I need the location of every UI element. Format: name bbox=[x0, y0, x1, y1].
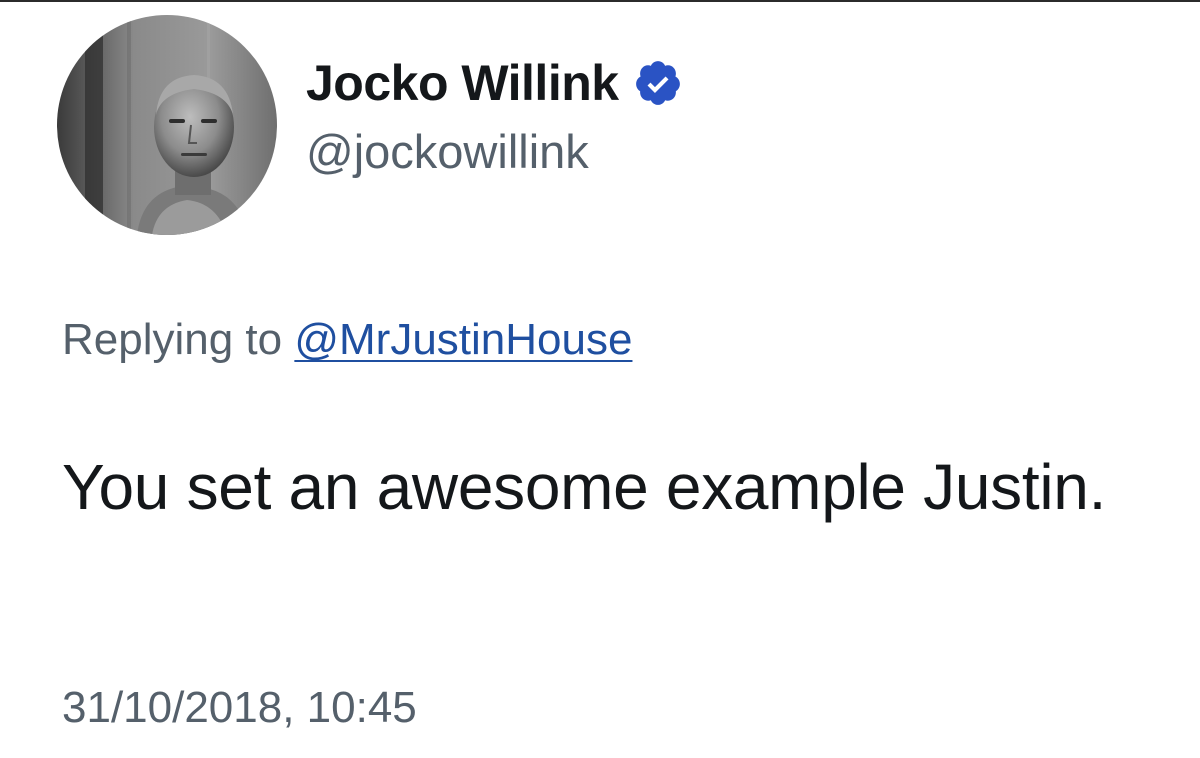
replying-to-line: Replying to @MrJustinHouse bbox=[62, 310, 632, 370]
profile-photo bbox=[57, 15, 277, 235]
display-name[interactable]: Jocko Willink bbox=[306, 50, 619, 116]
author-block[interactable]: Jocko Willink @jockowillink bbox=[306, 50, 683, 184]
verified-badge-icon bbox=[633, 58, 683, 108]
name-row: Jocko Willink bbox=[306, 50, 683, 116]
tweet-card: Jocko Willink @jockowillink Replying to … bbox=[0, 0, 1200, 758]
reply-target-link[interactable]: @MrJustinHouse bbox=[294, 315, 632, 364]
top-divider bbox=[0, 0, 1200, 2]
replying-to-label: Replying to bbox=[62, 315, 295, 364]
author-handle[interactable]: @jockowillink bbox=[306, 120, 683, 184]
avatar[interactable] bbox=[57, 15, 277, 235]
tweet-timestamp[interactable]: 31/10/2018, 10:45 bbox=[62, 678, 417, 738]
tweet-text: You set an awesome example Justin. bbox=[62, 451, 1107, 523]
